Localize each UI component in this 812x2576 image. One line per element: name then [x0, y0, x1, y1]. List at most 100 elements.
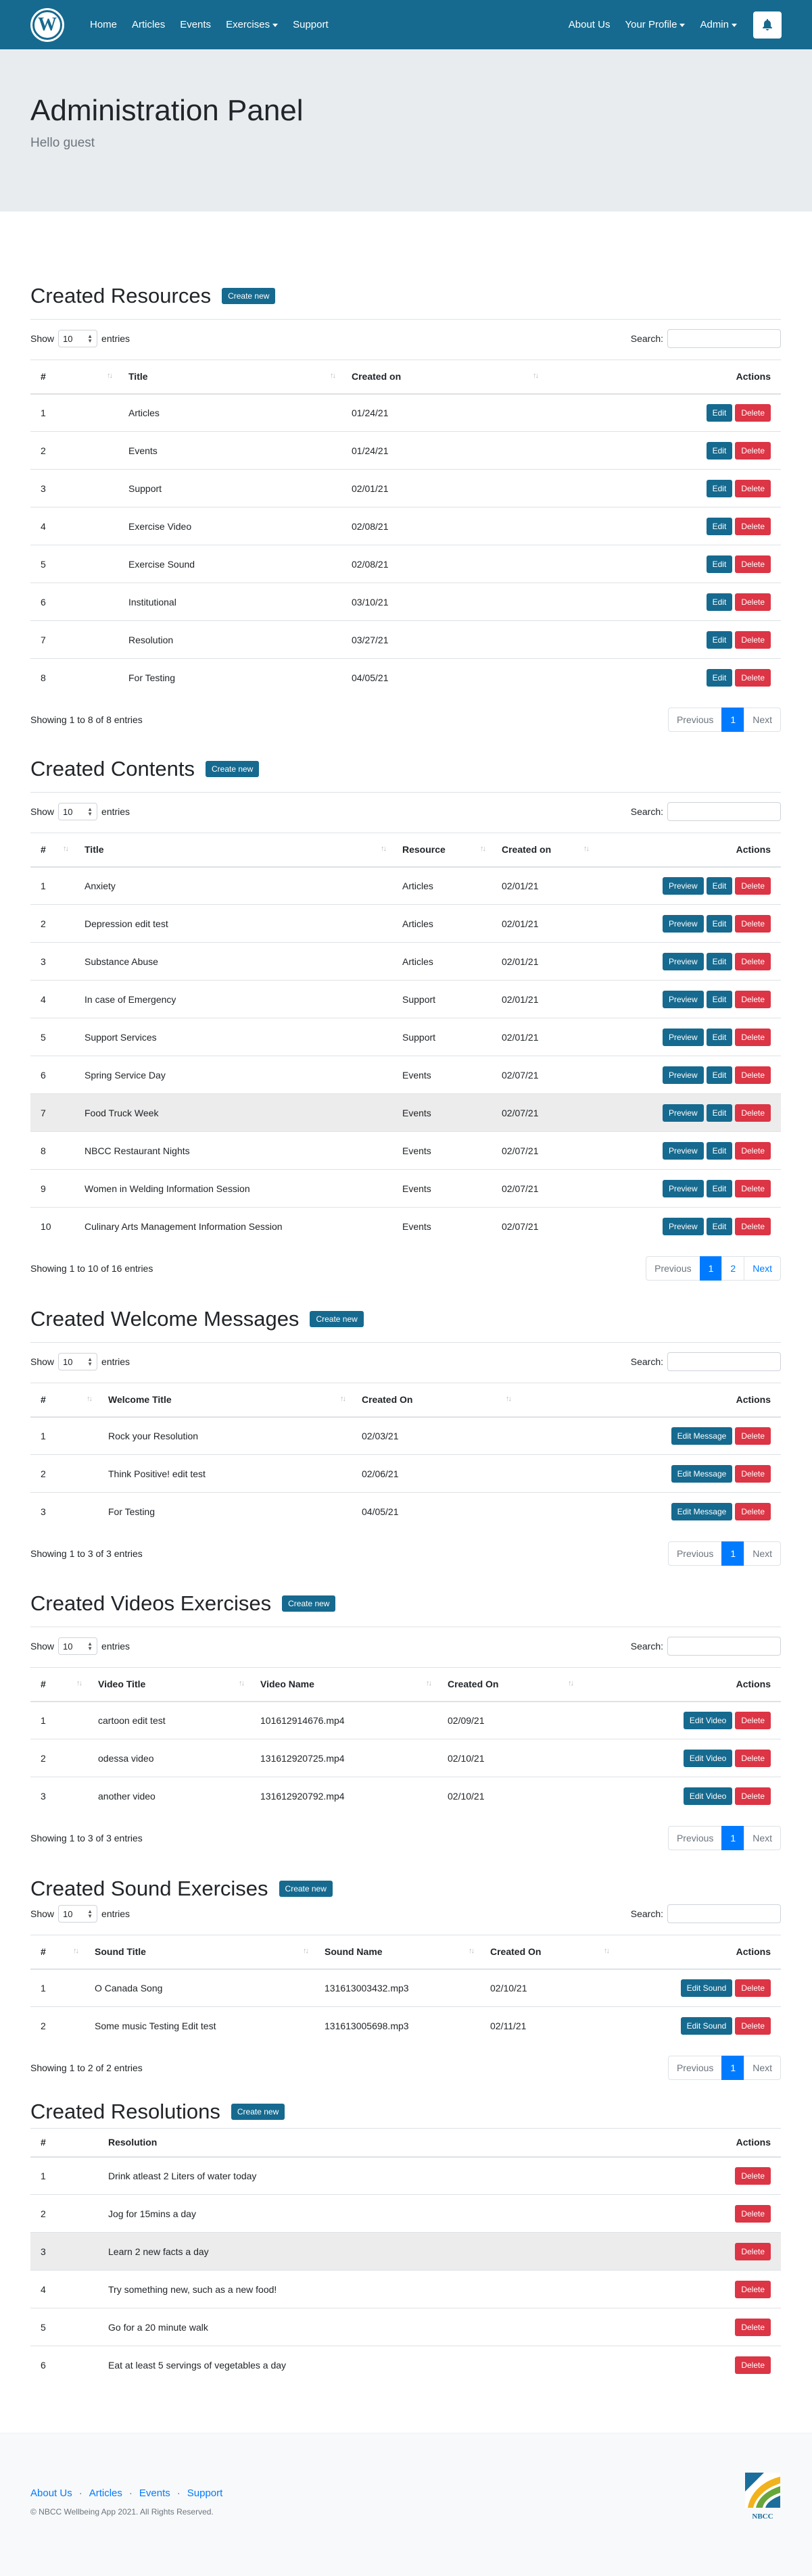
column-header[interactable]: Created on ↑↓ [341, 360, 544, 395]
nav-events[interactable]: Events [180, 19, 211, 30]
delete-button[interactable]: Delete [735, 2318, 771, 2336]
edit-button[interactable]: Edit [706, 1028, 733, 1046]
column-header[interactable]: # ↑↓ [30, 360, 118, 395]
column-header[interactable]: Resource ↑↓ [392, 833, 492, 868]
nav-articles[interactable]: Articles [132, 19, 165, 30]
delete-button[interactable]: Delete [735, 517, 771, 535]
column-header[interactable]: # ↑↓ [30, 1935, 85, 1970]
search-input[interactable] [667, 802, 781, 821]
column-header[interactable]: # ↑↓ [30, 1383, 98, 1418]
column-header[interactable]: Created On ↑↓ [352, 1383, 517, 1418]
edit-button[interactable]: Edit [706, 952, 733, 970]
delete-button[interactable]: Delete [735, 2242, 771, 2260]
next-button[interactable]: Next [744, 1825, 781, 1850]
delete-button[interactable]: Delete [735, 1464, 771, 1483]
edit-button[interactable]: Edit [706, 1217, 733, 1235]
next-button[interactable]: Next [744, 1541, 781, 1566]
delete-button[interactable]: Delete [735, 479, 771, 497]
edit-sound-button[interactable]: Edit Sound [680, 1979, 733, 1997]
page-1-button[interactable]: 1 [721, 2055, 745, 2080]
create-resolution-button[interactable]: Create new [231, 2104, 285, 2120]
delete-button[interactable]: Delete [735, 555, 771, 573]
edit-button[interactable]: Edit [706, 403, 733, 422]
delete-button[interactable]: Delete [735, 1179, 771, 1197]
previous-button[interactable]: Previous [667, 1825, 723, 1850]
edit-button[interactable]: Edit [706, 1141, 733, 1160]
entries-select[interactable]: 10 ▲ ▼ [58, 1637, 98, 1655]
search-input[interactable] [667, 1904, 781, 1923]
preview-button[interactable]: Preview [662, 876, 704, 895]
page-1-button[interactable]: 1 [721, 1825, 745, 1850]
notifications-button[interactable] [753, 11, 782, 39]
delete-button[interactable]: Delete [735, 630, 771, 649]
entries-select[interactable]: 10 ▲ ▼ [58, 803, 98, 820]
preview-button[interactable]: Preview [662, 952, 704, 970]
search-input[interactable] [667, 1352, 781, 1371]
page-1-button[interactable]: 1 [721, 1541, 745, 1566]
previous-button[interactable]: Previous [646, 1256, 700, 1281]
edit-video-button[interactable]: Edit Video [683, 1787, 733, 1805]
next-button[interactable]: Next [744, 707, 781, 732]
nav-admin-dropdown[interactable]: Admin [700, 19, 737, 30]
delete-button[interactable]: Delete [735, 1028, 771, 1046]
preview-button[interactable]: Preview [662, 1141, 704, 1160]
column-header[interactable]: Title ↑↓ [118, 360, 341, 395]
page-1-button[interactable]: 1 [699, 1256, 723, 1281]
edit-button[interactable]: Edit [706, 668, 733, 687]
edit-video-button[interactable]: Edit Video [683, 1711, 733, 1729]
column-header[interactable]: Video Title ↑↓ [88, 1667, 250, 1702]
create-sound-button[interactable]: Create new [279, 1881, 333, 1897]
delete-button[interactable]: Delete [735, 2356, 771, 2374]
column-header[interactable]: Video Name ↑↓ [250, 1667, 437, 1702]
edit-button[interactable]: Edit [706, 876, 733, 895]
search-input[interactable] [667, 1637, 781, 1656]
next-button[interactable]: Next [744, 2055, 781, 2080]
edit-button[interactable]: Edit [706, 593, 733, 611]
edit-message-button[interactable]: Edit Message [671, 1464, 733, 1483]
edit-sound-button[interactable]: Edit Sound [680, 2016, 733, 2035]
edit-button[interactable]: Edit [706, 1066, 733, 1084]
edit-button[interactable]: Edit [706, 990, 733, 1008]
create-welcome-button[interactable]: Create new [310, 1311, 364, 1327]
delete-button[interactable]: Delete [735, 668, 771, 687]
preview-button[interactable]: Preview [662, 1217, 704, 1235]
footer-link-articles[interactable]: Articles [89, 2487, 122, 2499]
column-header[interactable]: Created on ↑↓ [492, 833, 595, 868]
delete-button[interactable]: Delete [735, 1979, 771, 1997]
edit-button[interactable]: Edit [706, 1104, 733, 1122]
nav-support[interactable]: Support [293, 19, 329, 30]
column-header[interactable]: Sound Name ↑↓ [314, 1935, 480, 1970]
edit-button[interactable]: Edit [706, 630, 733, 649]
create-video-button[interactable]: Create new [282, 1595, 336, 1612]
delete-button[interactable]: Delete [735, 1141, 771, 1160]
edit-button[interactable]: Edit [706, 517, 733, 535]
delete-button[interactable]: Delete [735, 593, 771, 611]
column-header[interactable]: Created On ↑↓ [480, 1935, 615, 1970]
previous-button[interactable]: Previous [667, 707, 723, 732]
create-resource-button[interactable]: Create new [222, 288, 276, 304]
edit-button[interactable]: Edit [706, 1179, 733, 1197]
nav-exercises-dropdown[interactable]: Exercises [226, 19, 279, 30]
column-header[interactable]: # ↑↓ [30, 833, 74, 868]
previous-button[interactable]: Previous [667, 2055, 723, 2080]
delete-button[interactable]: Delete [735, 2016, 771, 2035]
delete-button[interactable]: Delete [735, 2166, 771, 2185]
delete-button[interactable]: Delete [735, 1066, 771, 1084]
edit-video-button[interactable]: Edit Video [683, 1749, 733, 1767]
delete-button[interactable]: Delete [735, 1104, 771, 1122]
edit-button[interactable]: Edit [706, 914, 733, 933]
preview-button[interactable]: Preview [662, 1104, 704, 1122]
edit-message-button[interactable]: Edit Message [671, 1502, 733, 1520]
preview-button[interactable]: Preview [662, 1028, 704, 1046]
search-input[interactable] [667, 329, 781, 348]
delete-button[interactable]: Delete [735, 1427, 771, 1445]
delete-button[interactable]: Delete [735, 441, 771, 460]
delete-button[interactable]: Delete [735, 403, 771, 422]
footer-link-events[interactable]: Events [139, 2487, 170, 2499]
wordpress-logo[interactable]: W [30, 7, 64, 42]
edit-button[interactable]: Edit [706, 555, 733, 573]
next-button[interactable]: Next [744, 1256, 781, 1281]
column-header[interactable]: # ↑↓ [30, 1667, 88, 1702]
delete-button[interactable]: Delete [735, 1711, 771, 1729]
delete-button[interactable]: Delete [735, 1749, 771, 1767]
